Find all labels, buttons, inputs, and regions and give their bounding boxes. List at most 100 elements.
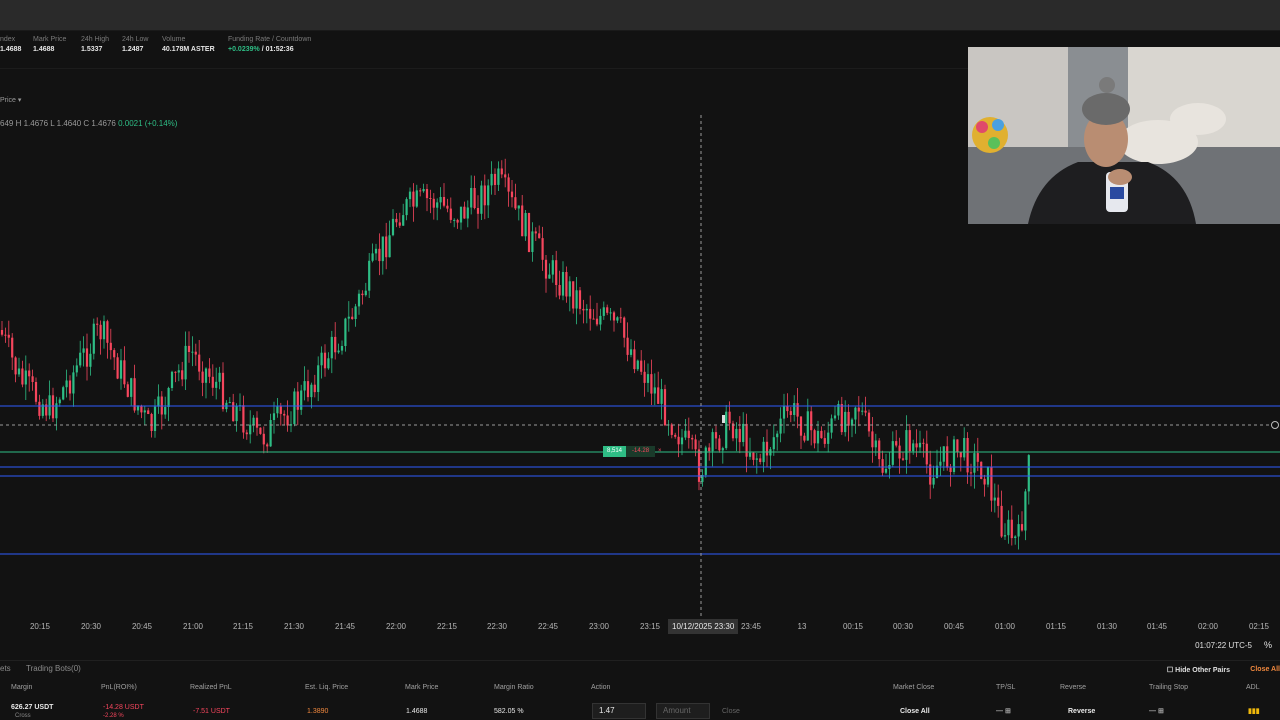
reverse-button[interactable]: Reverse — [1068, 708, 1095, 715]
close-all-positions-button[interactable]: Close All — [1250, 666, 1280, 673]
candle-body — [908, 430, 911, 452]
candle-body — [609, 312, 612, 314]
pnl-value: -14.28 USDT — [103, 704, 144, 711]
est-liq-price-value: 1.3890 — [307, 708, 329, 715]
candle-body — [167, 388, 170, 407]
candle-body — [891, 441, 894, 465]
candle-body — [663, 389, 667, 426]
candle-body — [412, 191, 415, 207]
browser-top-bar — [0, 0, 1280, 31]
candle-body — [565, 272, 568, 297]
candle-body — [861, 410, 864, 412]
utc-clock[interactable]: 01:07:22 UTC-5 — [1195, 641, 1252, 650]
mark-price-label: Mark Price — [33, 36, 67, 43]
candle-body — [561, 272, 565, 296]
time-tick: 21:30 — [283, 622, 305, 631]
candle-body — [799, 416, 803, 436]
mark-price-value: 1.4688 — [33, 46, 55, 53]
market-close-all-button[interactable]: Close All — [900, 708, 930, 715]
col-margin: Margin — [11, 684, 33, 691]
candle-body — [616, 317, 619, 321]
candle-body — [538, 233, 541, 239]
close-price-input[interactable]: 1.47 — [592, 703, 646, 719]
candle-body — [283, 413, 286, 416]
hide-other-pairs-checkbox[interactable]: ☐ Hide Other Pairs — [1167, 666, 1230, 674]
candle-body — [51, 395, 55, 419]
candle-body — [334, 336, 337, 353]
candle-body — [476, 208, 480, 214]
candle-body — [1014, 536, 1017, 538]
position-marker[interactable]: 8,514 -14.28 × — [603, 446, 665, 457]
candle-body — [653, 387, 656, 394]
candle-body — [109, 342, 112, 351]
candle-body — [514, 197, 517, 209]
candle-body — [534, 231, 537, 234]
candle-body — [864, 410, 867, 413]
candle-body — [21, 368, 24, 385]
price-type-selector[interactable]: Price ▾ — [0, 96, 21, 104]
candle-body — [813, 430, 816, 444]
candle-body — [731, 423, 735, 439]
candle-body — [391, 218, 395, 236]
candle-body — [1010, 519, 1013, 539]
candle-body — [269, 420, 272, 447]
candle-body — [85, 348, 89, 367]
edit-tpsl-icon[interactable]: — ⊞ — [996, 707, 1011, 715]
candle-body — [867, 412, 871, 432]
funding-countdown: / 01:52:36 — [261, 46, 294, 53]
trailing-stop-icon[interactable]: — ⊞ — [1149, 707, 1164, 715]
candle-body — [483, 185, 486, 206]
candle-body — [340, 346, 344, 351]
volume-label: Volume — [162, 36, 186, 43]
candle-body — [252, 417, 255, 425]
candle-body — [697, 449, 701, 482]
candle-body — [242, 405, 245, 433]
amount-input[interactable]: Amount — [656, 703, 710, 719]
candle-body — [361, 293, 364, 296]
candle-body — [456, 219, 459, 223]
candle-body — [714, 432, 718, 439]
candle-body — [28, 370, 31, 377]
time-tick: 00:45 — [943, 622, 965, 631]
margin-mode[interactable]: Cross — [15, 713, 31, 719]
candle-body — [436, 202, 439, 208]
candle-body — [106, 321, 109, 343]
candle-body — [942, 446, 945, 462]
candle-body — [881, 459, 884, 473]
candle-body — [24, 370, 27, 385]
candle-body — [62, 387, 65, 400]
time-tick: 01:30 — [1096, 622, 1118, 631]
candle-body — [643, 371, 646, 383]
candle-body — [755, 458, 758, 460]
tab-assets[interactable]: ets — [0, 664, 11, 673]
percent-scale-toggle[interactable]: % — [1264, 640, 1272, 650]
time-tick: 21:15 — [232, 622, 254, 631]
candle-body — [463, 206, 466, 219]
candle-body — [398, 222, 401, 226]
close-position-icon[interactable]: × — [655, 446, 665, 457]
candle-body — [150, 414, 153, 431]
candle-body — [548, 274, 551, 279]
candle-body — [677, 436, 680, 445]
tab-trading-bots[interactable]: Trading Bots(0) — [26, 664, 81, 673]
candle-body — [303, 381, 306, 391]
candle-body — [497, 168, 500, 185]
candle-body — [354, 306, 357, 319]
candle-body — [922, 442, 925, 444]
candle-body — [527, 213, 531, 252]
candle-body — [235, 406, 238, 422]
close-button[interactable]: Close — [722, 708, 740, 715]
candle-body — [510, 191, 514, 198]
candle-body — [147, 410, 150, 414]
candle-body — [711, 432, 714, 452]
col-adl: ADL — [1246, 684, 1260, 691]
candle-body — [459, 206, 463, 223]
candle-body — [194, 351, 197, 355]
candle-body — [997, 497, 1000, 506]
high-24h-stat: 24h High 1.5337 — [81, 36, 109, 53]
time-tick: 20:30 — [80, 622, 102, 631]
candle-body — [623, 317, 626, 338]
candle-body — [218, 372, 221, 382]
candle-body — [442, 197, 446, 206]
candle-body — [633, 349, 636, 370]
